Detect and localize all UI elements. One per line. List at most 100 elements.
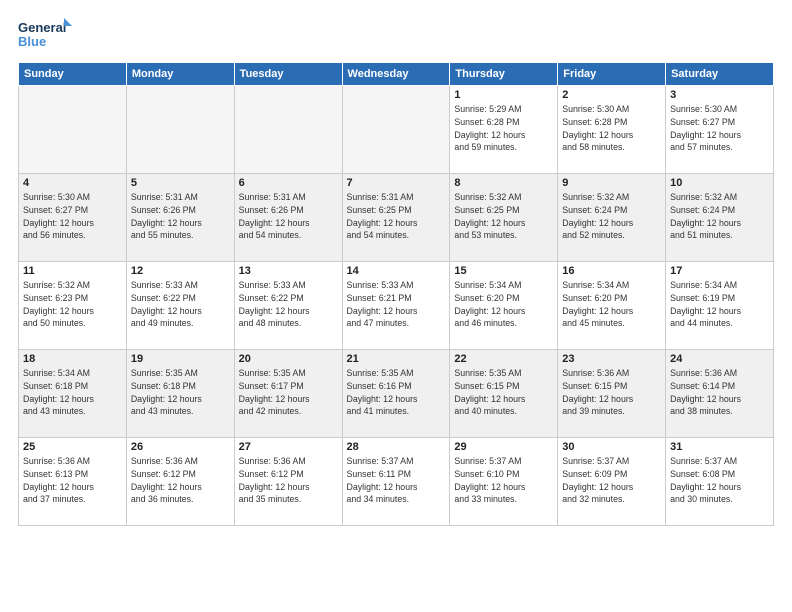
day-number: 11 <box>23 265 122 277</box>
day-info: Sunrise: 5:36 AMSunset: 6:13 PMDaylight:… <box>23 455 122 506</box>
calendar-cell: 8 Sunrise: 5:32 AMSunset: 6:25 PMDaylight… <box>450 174 558 262</box>
calendar-week-row: 4 Sunrise: 5:30 AMSunset: 6:27 PMDaylight… <box>19 174 774 262</box>
day-info: Sunrise: 5:30 AMSunset: 6:27 PMDaylight:… <box>670 103 769 154</box>
calendar-cell <box>342 86 450 174</box>
day-info: Sunrise: 5:37 AMSunset: 6:09 PMDaylight:… <box>562 455 661 506</box>
calendar-cell: 20 Sunrise: 5:35 AMSunset: 6:17 PMDayligh… <box>234 350 342 438</box>
day-header-monday: Monday <box>126 63 234 86</box>
day-info: Sunrise: 5:35 AMSunset: 6:17 PMDaylight:… <box>239 367 338 418</box>
day-info: Sunrise: 5:31 AMSunset: 6:26 PMDaylight:… <box>239 191 338 242</box>
page: General Blue SundayMondayTuesdayWednesda… <box>0 0 792 536</box>
logo: General Blue <box>18 16 74 54</box>
day-info: Sunrise: 5:32 AMSunset: 6:24 PMDaylight:… <box>562 191 661 242</box>
calendar-week-row: 1 Sunrise: 5:29 AMSunset: 6:28 PMDaylight… <box>19 86 774 174</box>
day-info: Sunrise: 5:34 AMSunset: 6:20 PMDaylight:… <box>454 279 553 330</box>
calendar-cell: 26 Sunrise: 5:36 AMSunset: 6:12 PMDayligh… <box>126 438 234 526</box>
calendar-cell: 15 Sunrise: 5:34 AMSunset: 6:20 PMDayligh… <box>450 262 558 350</box>
day-info: Sunrise: 5:36 AMSunset: 6:14 PMDaylight:… <box>670 367 769 418</box>
day-number: 24 <box>670 353 769 365</box>
day-number: 22 <box>454 353 553 365</box>
svg-text:General: General <box>18 20 66 35</box>
day-info: Sunrise: 5:31 AMSunset: 6:26 PMDaylight:… <box>131 191 230 242</box>
day-number: 15 <box>454 265 553 277</box>
calendar-cell: 18Sunrise: 5:34 AMSunset: 6:18 PMDayligh… <box>19 350 127 438</box>
calendar-cell: 29 Sunrise: 5:37 AMSunset: 6:10 PMDayligh… <box>450 438 558 526</box>
calendar-cell: 9 Sunrise: 5:32 AMSunset: 6:24 PMDaylight… <box>558 174 666 262</box>
calendar-cell: 3 Sunrise: 5:30 AMSunset: 6:27 PMDaylight… <box>666 86 774 174</box>
day-number: 1 <box>454 89 553 101</box>
day-info: Sunrise: 5:33 AMSunset: 6:22 PMDaylight:… <box>131 279 230 330</box>
calendar-cell: 21Sunrise: 5:35 AMSunset: 6:16 PMDayligh… <box>342 350 450 438</box>
calendar-header-row: SundayMondayTuesdayWednesdayThursdayFrid… <box>19 63 774 86</box>
calendar-cell: 27 Sunrise: 5:36 AMSunset: 6:12 PMDayligh… <box>234 438 342 526</box>
day-number: 8 <box>454 177 553 189</box>
day-number: 2 <box>562 89 661 101</box>
calendar-cell: 4 Sunrise: 5:30 AMSunset: 6:27 PMDaylight… <box>19 174 127 262</box>
calendar-table: SundayMondayTuesdayWednesdayThursdayFrid… <box>18 62 774 526</box>
calendar-cell: 16 Sunrise: 5:34 AMSunset: 6:20 PMDayligh… <box>558 262 666 350</box>
day-info: Sunrise: 5:33 AMSunset: 6:22 PMDaylight:… <box>239 279 338 330</box>
day-header-wednesday: Wednesday <box>342 63 450 86</box>
day-info: Sunrise: 5:32 AMSunset: 6:25 PMDaylight:… <box>454 191 553 242</box>
day-info: Sunrise: 5:37 AMSunset: 6:11 PMDaylight:… <box>347 455 446 506</box>
calendar-cell: 24 Sunrise: 5:36 AMSunset: 6:14 PMDayligh… <box>666 350 774 438</box>
day-number: 23 <box>562 353 661 365</box>
day-info: Sunrise: 5:36 AMSunset: 6:12 PMDaylight:… <box>239 455 338 506</box>
header: General Blue <box>18 16 774 54</box>
day-info: Sunrise: 5:35 AMSunset: 6:16 PMDaylight:… <box>347 367 446 418</box>
day-number: 30 <box>562 441 661 453</box>
day-number: 26 <box>131 441 230 453</box>
calendar-cell: 19 Sunrise: 5:35 AMSunset: 6:18 PMDayligh… <box>126 350 234 438</box>
day-number: 27 <box>239 441 338 453</box>
day-info: Sunrise: 5:35 AMSunset: 6:15 PMDaylight:… <box>454 367 553 418</box>
calendar-cell: 22 Sunrise: 5:35 AMSunset: 6:15 PMDayligh… <box>450 350 558 438</box>
calendar-cell: 30 Sunrise: 5:37 AMSunset: 6:09 PMDayligh… <box>558 438 666 526</box>
calendar-cell: 5 Sunrise: 5:31 AMSunset: 6:26 PMDaylight… <box>126 174 234 262</box>
logo-svg: General Blue <box>18 16 74 54</box>
day-number: 19 <box>131 353 230 365</box>
day-number: 12 <box>131 265 230 277</box>
day-info: Sunrise: 5:30 AMSunset: 6:27 PMDaylight:… <box>23 191 122 242</box>
day-number: 10 <box>670 177 769 189</box>
calendar-cell: 1 Sunrise: 5:29 AMSunset: 6:28 PMDaylight… <box>450 86 558 174</box>
calendar-week-row: 18Sunrise: 5:34 AMSunset: 6:18 PMDayligh… <box>19 350 774 438</box>
day-number: 13 <box>239 265 338 277</box>
day-number: 25 <box>23 441 122 453</box>
day-info: Sunrise: 5:37 AMSunset: 6:10 PMDaylight:… <box>454 455 553 506</box>
day-info: Sunrise: 5:34 AMSunset: 6:20 PMDaylight:… <box>562 279 661 330</box>
calendar-cell: 23 Sunrise: 5:36 AMSunset: 6:15 PMDayligh… <box>558 350 666 438</box>
day-info: Sunrise: 5:30 AMSunset: 6:28 PMDaylight:… <box>562 103 661 154</box>
day-number: 29 <box>454 441 553 453</box>
day-number: 4 <box>23 177 122 189</box>
calendar-cell <box>19 86 127 174</box>
calendar-week-row: 11 Sunrise: 5:32 AMSunset: 6:23 PMDayligh… <box>19 262 774 350</box>
day-info: Sunrise: 5:35 AMSunset: 6:18 PMDaylight:… <box>131 367 230 418</box>
day-number: 31 <box>670 441 769 453</box>
calendar-cell: 11 Sunrise: 5:32 AMSunset: 6:23 PMDayligh… <box>19 262 127 350</box>
calendar-cell: 6Sunrise: 5:31 AMSunset: 6:26 PMDaylight… <box>234 174 342 262</box>
calendar-cell: 17Sunrise: 5:34 AMSunset: 6:19 PMDayligh… <box>666 262 774 350</box>
day-number: 16 <box>562 265 661 277</box>
calendar-week-row: 25 Sunrise: 5:36 AMSunset: 6:13 PMDayligh… <box>19 438 774 526</box>
day-number: 20 <box>239 353 338 365</box>
calendar-cell <box>234 86 342 174</box>
day-number: 7 <box>347 177 446 189</box>
day-info: Sunrise: 5:32 AMSunset: 6:23 PMDaylight:… <box>23 279 122 330</box>
day-number: 3 <box>670 89 769 101</box>
day-info: Sunrise: 5:33 AMSunset: 6:21 PMDaylight:… <box>347 279 446 330</box>
day-number: 28 <box>347 441 446 453</box>
day-header-sunday: Sunday <box>19 63 127 86</box>
day-number: 9 <box>562 177 661 189</box>
day-info: Sunrise: 5:32 AMSunset: 6:24 PMDaylight:… <box>670 191 769 242</box>
svg-text:Blue: Blue <box>18 34 46 49</box>
calendar-cell: 10 Sunrise: 5:32 AMSunset: 6:24 PMDayligh… <box>666 174 774 262</box>
day-info: Sunrise: 5:31 AMSunset: 6:25 PMDaylight:… <box>347 191 446 242</box>
calendar-cell: 7 Sunrise: 5:31 AMSunset: 6:25 PMDaylight… <box>342 174 450 262</box>
day-info: Sunrise: 5:36 AMSunset: 6:15 PMDaylight:… <box>562 367 661 418</box>
day-header-tuesday: Tuesday <box>234 63 342 86</box>
day-info: Sunrise: 5:29 AMSunset: 6:28 PMDaylight:… <box>454 103 553 154</box>
calendar-cell <box>126 86 234 174</box>
day-number: 18 <box>23 353 122 365</box>
day-info: Sunrise: 5:36 AMSunset: 6:12 PMDaylight:… <box>131 455 230 506</box>
day-number: 5 <box>131 177 230 189</box>
